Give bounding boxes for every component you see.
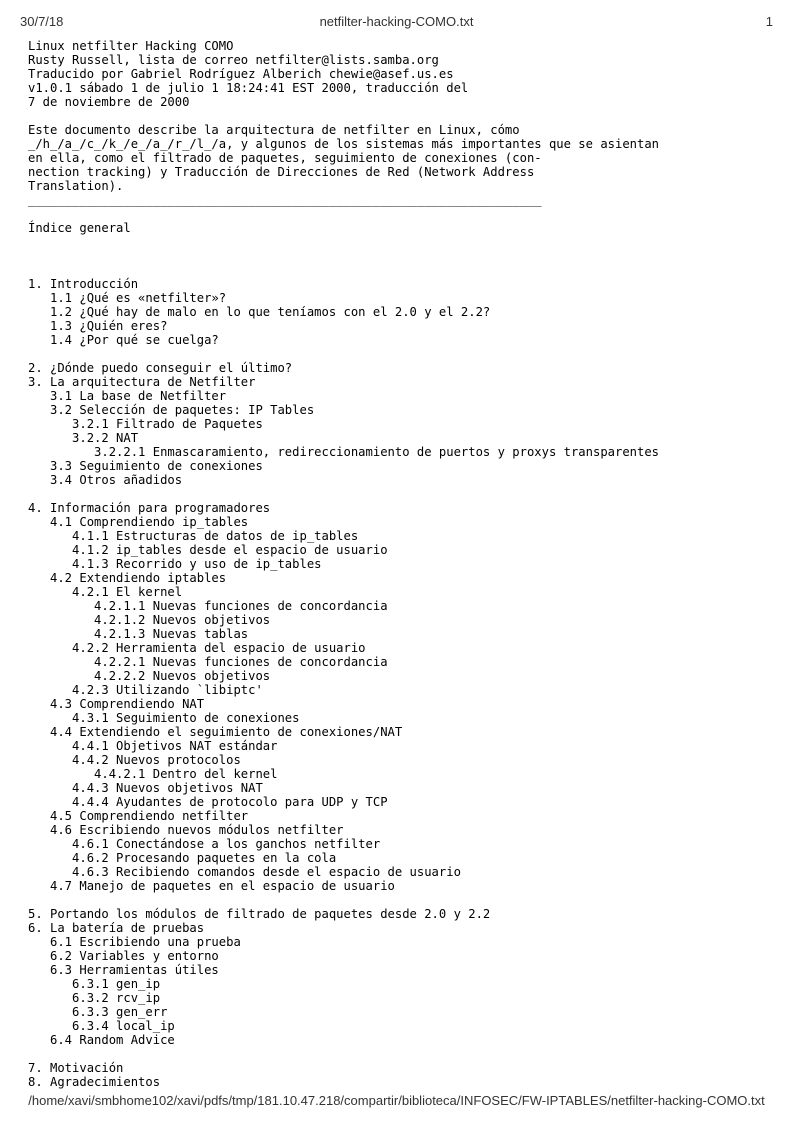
header-title: netfilter-hacking-COMO.txt bbox=[271, 14, 522, 29]
page-header: 30/7/18 netfilter-hacking-COMO.txt 1 bbox=[0, 0, 793, 35]
document-body: Linux netfilter Hacking COMO Rusty Russe… bbox=[0, 35, 793, 1089]
header-date: 30/7/18 bbox=[20, 14, 271, 29]
header-page: 1 bbox=[522, 14, 773, 29]
footer-path: /home/xavi/smbhome102/xavi/pdfs/tmp/181.… bbox=[0, 1093, 793, 1108]
